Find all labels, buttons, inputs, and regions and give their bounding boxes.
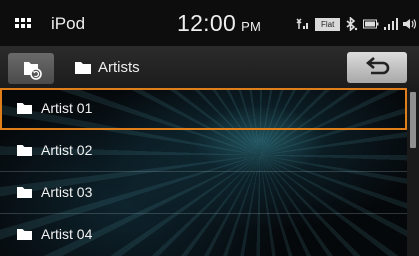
list-item-label: Artist 04 [41,226,93,242]
folder-refresh-button[interactable] [8,53,54,84]
clock-ampm: PM [241,19,262,34]
back-arrow-icon [365,57,390,75]
breadcrumb: Artists [98,59,140,76]
list-item[interactable]: Artist 03 [0,172,407,214]
scroll-thumb[interactable] [410,92,416,148]
status-bar: iPod 12:00 PM Flat [0,0,419,47]
clock-time: 12:00 [177,10,237,36]
list-item[interactable]: Artist 01 [0,88,407,130]
artist-list: Artist 01 Artist 02 Artist 03 Artist 04 [0,88,407,256]
status-icons: Flat [296,17,417,31]
back-button[interactable] [347,52,407,83]
menu-grid-icon[interactable] [15,18,31,30]
folder-icon [17,187,32,198]
list-item-label: Artist 03 [41,184,93,200]
folder-refresh-icon [24,62,42,80]
folder-icon [17,145,32,156]
folder-icon [75,62,91,74]
battery-icon [363,19,379,29]
folder-icon [17,103,32,114]
antenna-signal-icon [296,18,308,29]
scrollbar[interactable] [407,88,419,256]
list-item[interactable]: Artist 04 [0,214,407,256]
source-title: iPod [51,14,86,33]
list-item-label: Artist 02 [41,142,93,158]
signal-bars-icon [384,18,399,30]
list-item-label: Artist 01 [41,100,93,116]
volume-icon [403,19,417,29]
clock: 12:00 PM [177,10,261,37]
list-item[interactable]: Artist 02 [0,130,407,172]
folder-icon [17,229,32,240]
navigation-bar: Artists [0,47,419,89]
bluetooth-icon [346,17,358,31]
eq-badge: Flat [315,17,341,31]
